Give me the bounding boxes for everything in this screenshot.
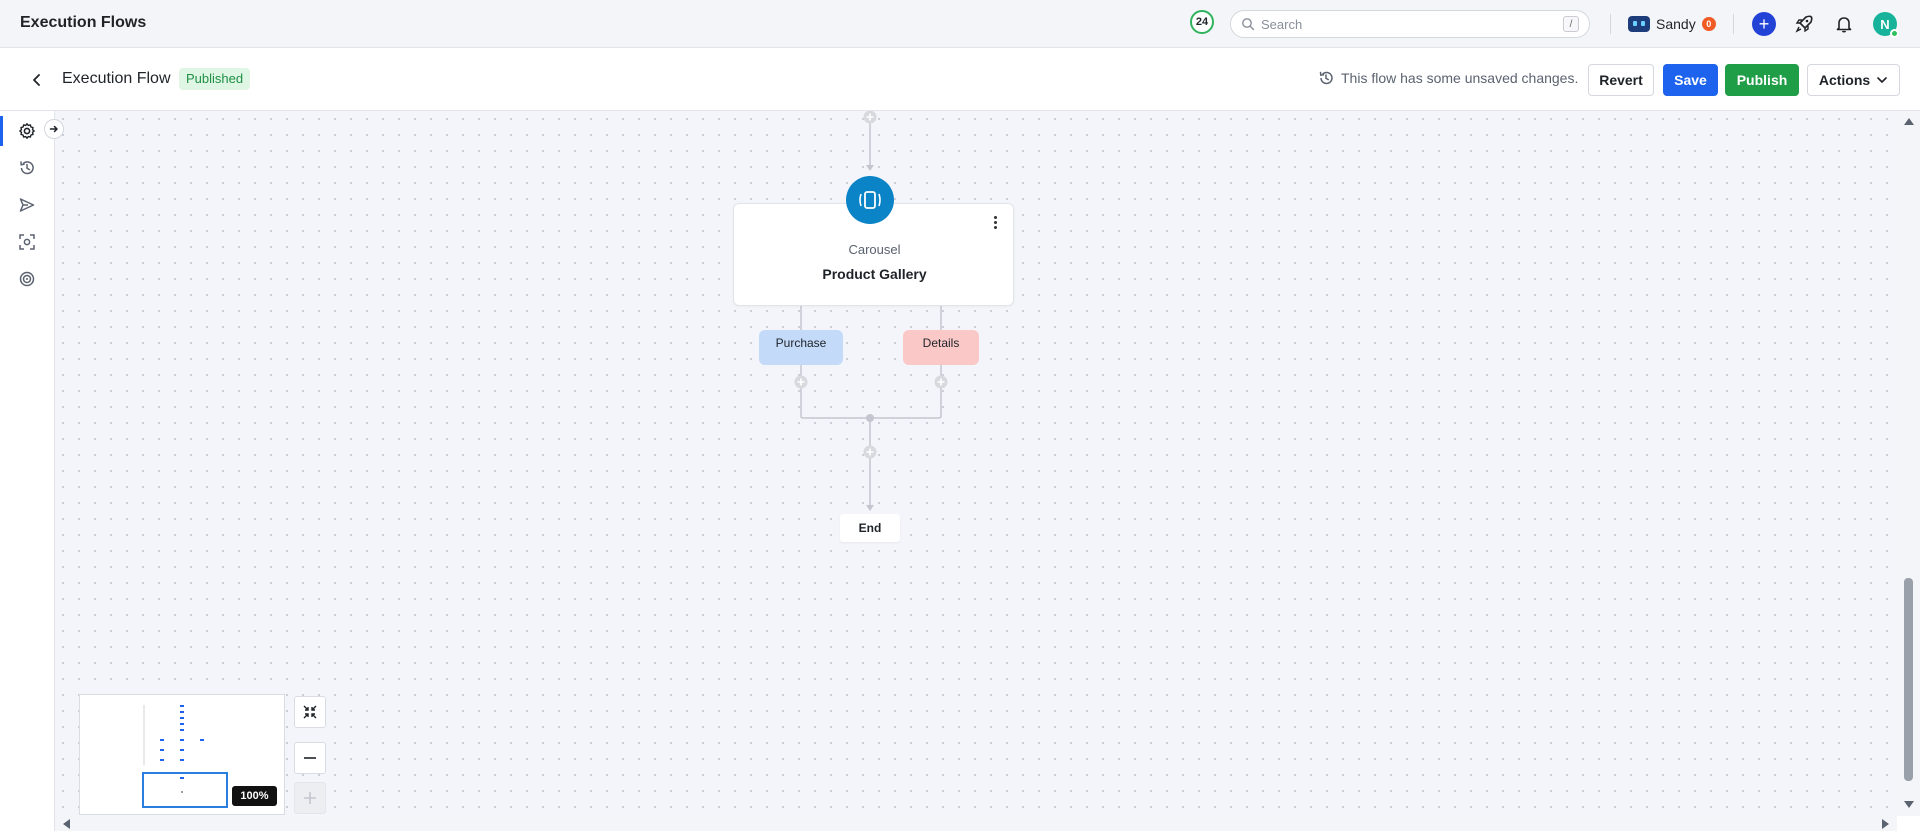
- expand-panel-button[interactable]: [44, 119, 64, 139]
- rocket-button[interactable]: [1792, 12, 1816, 36]
- avatar[interactable]: N: [1873, 12, 1899, 38]
- search-icon: [1242, 18, 1255, 31]
- user-menu[interactable]: Sandy 0: [1628, 13, 1716, 35]
- bot-icon: [1628, 16, 1650, 32]
- history-icon: [1319, 71, 1333, 85]
- branch-purchase[interactable]: Purchase: [759, 330, 843, 365]
- scroll-right-icon[interactable]: [1881, 818, 1891, 830]
- collapse-icon: [303, 705, 317, 719]
- scroll-down-icon[interactable]: [1903, 799, 1915, 809]
- rail-item-settings[interactable]: [14, 118, 40, 144]
- minimap-viewport[interactable]: [142, 772, 228, 808]
- add-step-button[interactable]: [934, 375, 948, 389]
- bell-icon: [1836, 17, 1852, 33]
- minus-icon: [304, 757, 316, 759]
- divider: [1610, 14, 1611, 34]
- search-shortcut-key: /: [1563, 16, 1579, 32]
- carousel-icon: [846, 176, 894, 224]
- send-icon: [19, 198, 35, 212]
- zoom-in-button[interactable]: [294, 782, 326, 814]
- branch-details[interactable]: Details: [903, 330, 979, 365]
- search-input[interactable]: [1261, 15, 1551, 33]
- top-bar: Execution Flows 24 / Sandy 0 +: [0, 0, 1920, 48]
- vertical-scroll-thumb[interactable]: [1904, 578, 1913, 781]
- rail-item-goals[interactable]: [14, 266, 40, 292]
- scroll-up-icon[interactable]: [1903, 117, 1915, 127]
- unsaved-changes-notice: This flow has some unsaved changes.: [1318, 70, 1578, 86]
- user-notification-count: 0: [1701, 17, 1716, 31]
- horizontal-scrollbar[interactable]: [55, 816, 1897, 831]
- end-node[interactable]: End: [840, 514, 900, 542]
- actions-button[interactable]: Actions: [1807, 64, 1900, 96]
- chevron-down-icon: [1877, 77, 1887, 83]
- chevron-left-icon: [33, 74, 40, 86]
- rocket-icon: [1795, 15, 1813, 33]
- rail-item-test[interactable]: [14, 192, 40, 218]
- flow-canvas[interactable]: Carousel Product Gallery Purchase Detail…: [55, 111, 1897, 816]
- add-step-button[interactable]: [794, 375, 808, 389]
- history-icon: [20, 161, 34, 175]
- arrow-right-icon: [49, 125, 58, 133]
- scan-icon: [19, 234, 35, 250]
- count-badge[interactable]: 24: [1190, 10, 1214, 34]
- zoom-level: 100%: [232, 786, 277, 806]
- flow-header: Execution Flow Published This flow has s…: [0, 48, 1920, 111]
- zoom-out-button[interactable]: [294, 742, 326, 774]
- notifications-button[interactable]: [1832, 12, 1856, 36]
- add-step-button[interactable]: [863, 111, 877, 124]
- scroll-left-icon[interactable]: [61, 818, 71, 830]
- target-icon: [19, 271, 35, 287]
- node-type-label: Carousel: [848, 242, 901, 257]
- left-toolbar: [0, 111, 55, 831]
- search-box[interactable]: /: [1230, 10, 1590, 38]
- active-indicator: [0, 116, 3, 146]
- page-title: Execution Flow: [62, 70, 171, 87]
- actions-label: Actions: [1818, 72, 1871, 88]
- online-status-dot: [1890, 29, 1899, 38]
- vertical-scrollbar[interactable]: [1897, 111, 1920, 816]
- revert-button[interactable]: Revert: [1588, 64, 1654, 96]
- node-menu-button[interactable]: [989, 214, 1001, 230]
- user-name: Sandy: [1656, 16, 1696, 32]
- avatar-initial: N: [1880, 16, 1890, 32]
- gear-icon: [19, 123, 35, 139]
- rail-item-preview[interactable]: [14, 229, 40, 255]
- save-button[interactable]: Save: [1663, 64, 1718, 96]
- divider: [1733, 14, 1734, 34]
- unsaved-message: This flow has some unsaved changes.: [1341, 70, 1579, 86]
- plus-icon: [304, 792, 316, 804]
- fit-view-button[interactable]: [294, 696, 326, 728]
- plus-icon: +: [1758, 14, 1770, 34]
- publish-button[interactable]: Publish: [1725, 64, 1799, 96]
- rail-item-history[interactable]: [14, 155, 40, 181]
- more-vertical-icon: [993, 215, 997, 219]
- add-step-button[interactable]: [863, 445, 877, 459]
- app-title: Execution Flows: [20, 14, 147, 31]
- status-badge: Published: [179, 68, 251, 90]
- create-button[interactable]: +: [1752, 12, 1776, 36]
- node-name: Product Gallery: [822, 266, 927, 282]
- back-button[interactable]: [26, 69, 48, 91]
